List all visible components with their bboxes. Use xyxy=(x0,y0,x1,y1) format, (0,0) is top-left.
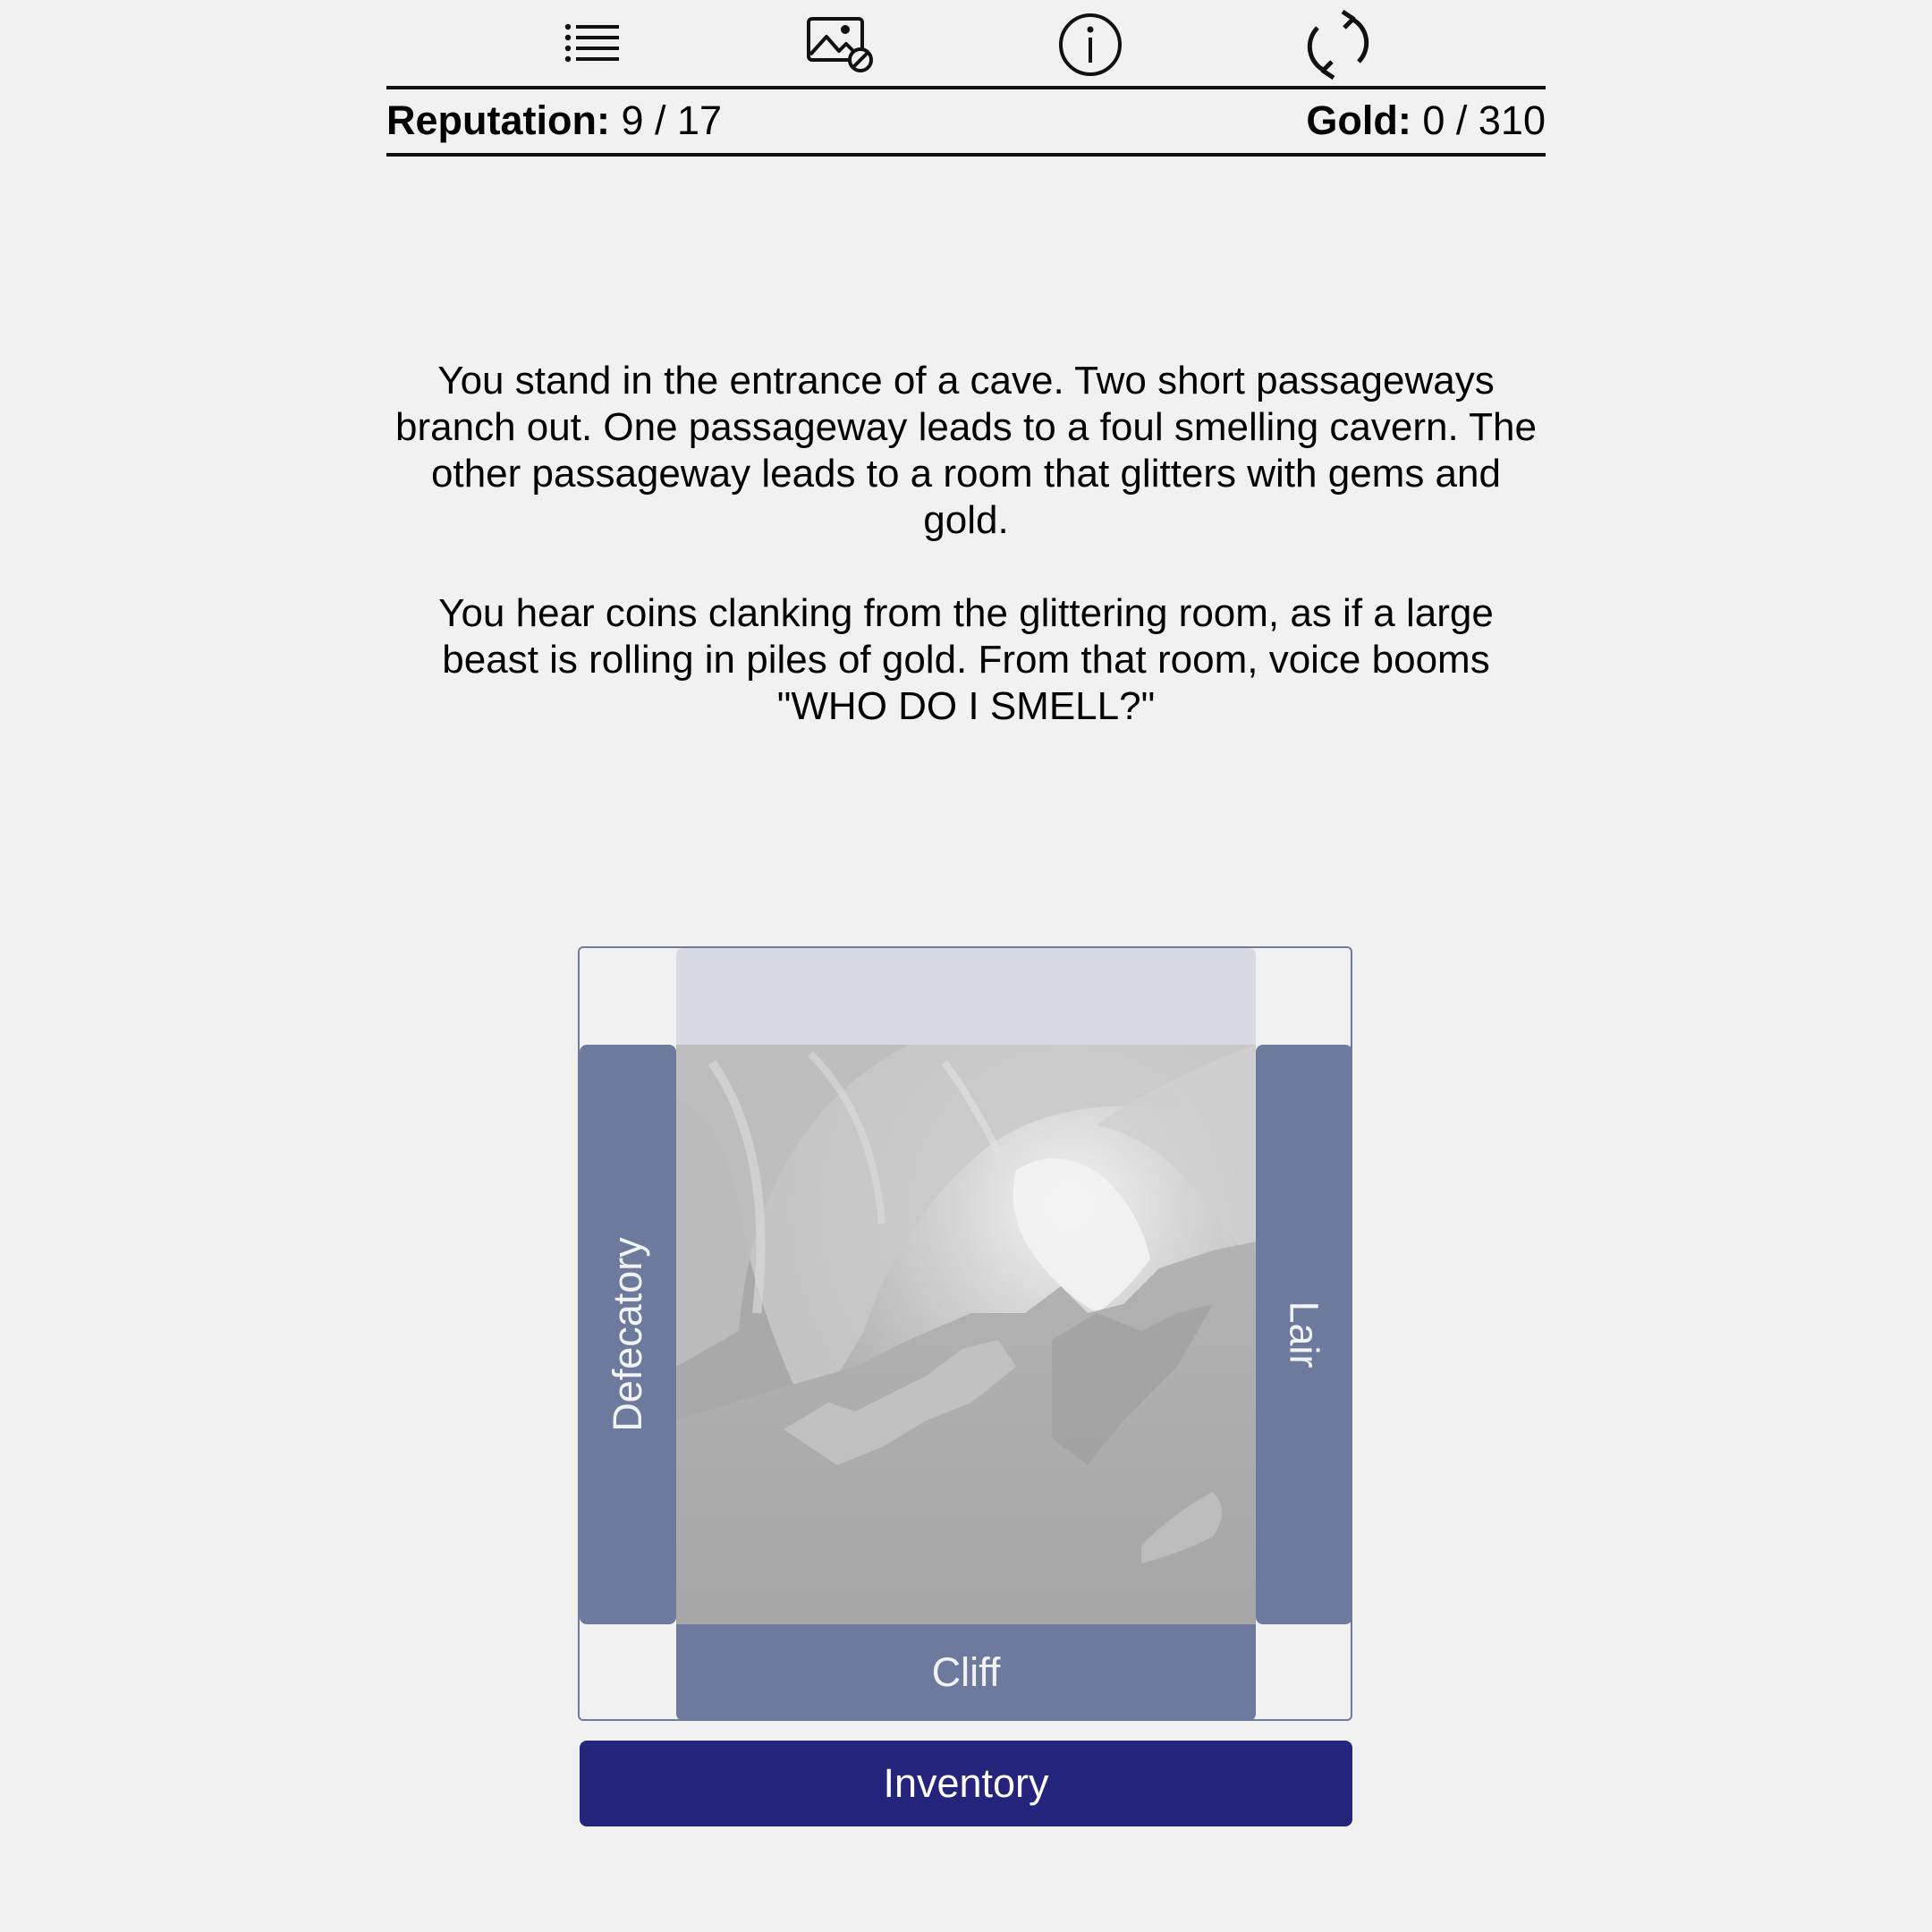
toolbar xyxy=(0,0,1932,86)
scene-image xyxy=(676,1045,1256,1624)
gold-stat: Gold: 0 / 310 xyxy=(1306,89,1546,152)
nav-south-button[interactable]: Cliff xyxy=(676,1624,1256,1721)
nav-east-label: Lair xyxy=(1281,1301,1327,1368)
restart-button[interactable] xyxy=(1298,7,1378,82)
info-icon xyxy=(1059,13,1122,76)
stats-bar: Reputation: 9 / 17 Gold: 0 / 310 xyxy=(386,89,1546,152)
reputation-stat: Reputation: 9 / 17 xyxy=(386,89,722,152)
image-off-icon xyxy=(807,17,873,72)
menu-button[interactable] xyxy=(552,7,632,82)
toggle-images-button[interactable] xyxy=(801,7,881,82)
list-icon xyxy=(564,23,619,63)
inventory-label: Inventory xyxy=(883,1760,1049,1806)
nav-east-button[interactable]: Lair xyxy=(1256,1045,1352,1624)
info-button[interactable] xyxy=(1050,7,1131,82)
bottom-divider xyxy=(386,153,1546,157)
restart-icon xyxy=(1307,10,1369,80)
game-page: Reputation: 9 / 17 Gold: 0 / 310 You sta… xyxy=(0,0,1932,1932)
story-paragraph: You stand in the entrance of a cave. Two… xyxy=(395,359,1537,542)
nav-south-label: Cliff xyxy=(931,1649,1001,1695)
nav-west-button[interactable]: Defecatory xyxy=(580,1045,676,1624)
nav-west-label: Defecatory xyxy=(605,1237,651,1432)
story-text: You stand in the entrance of a cave. Two… xyxy=(386,358,1546,730)
gold-value: 0 / 310 xyxy=(1422,97,1546,143)
inventory-button[interactable]: Inventory xyxy=(580,1741,1352,1826)
gold-label: Gold: xyxy=(1306,97,1411,143)
reputation-label: Reputation: xyxy=(386,97,610,143)
nav-north-disabled xyxy=(676,948,1256,1045)
story-paragraph: You hear coins clanking from the glitter… xyxy=(438,591,1494,728)
reputation-value: 9 / 17 xyxy=(621,97,723,143)
